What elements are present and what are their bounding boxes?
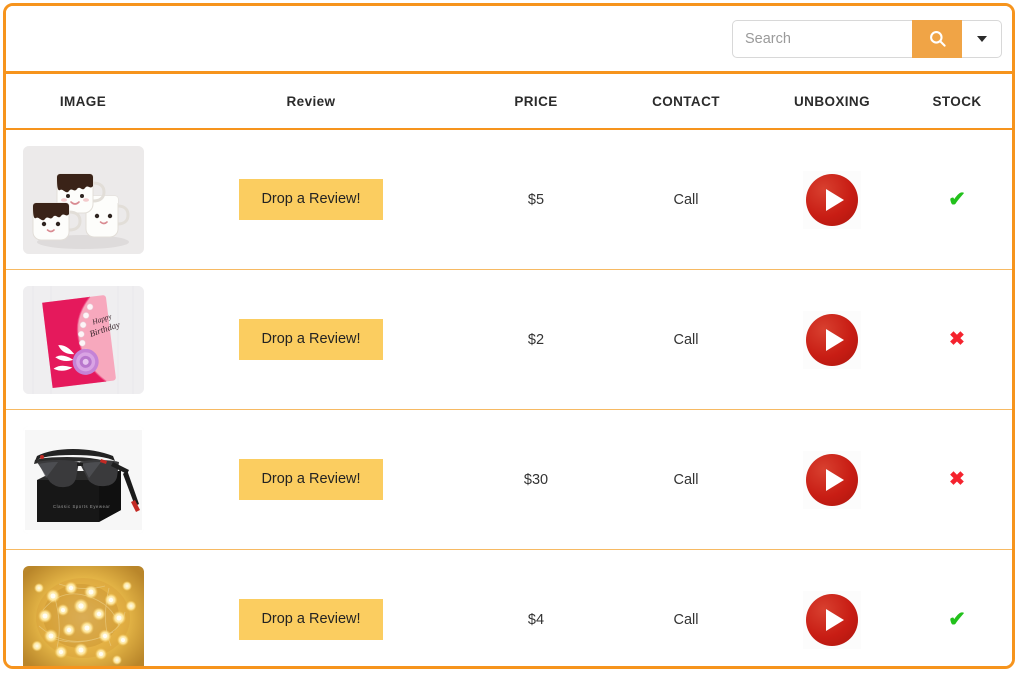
table-header-row: IMAGE Review PRICE CONTACT UNBOXING STOC… (6, 74, 1012, 130)
toolbar (6, 6, 1012, 74)
table-row: Drop a Review! $4 Call ✔ (6, 550, 1012, 667)
cell-contact[interactable]: Call (610, 269, 762, 410)
cell-unboxing (762, 409, 902, 550)
cell-contact[interactable]: Call (610, 409, 762, 550)
search-options-dropdown-button[interactable] (962, 19, 1002, 58)
cell-price: $4 (527, 611, 545, 628)
product-image-mugs (22, 145, 144, 254)
column-header-stock[interactable]: STOCK (902, 74, 1012, 130)
product-image-birthday-card: Happy Birthday (22, 285, 144, 394)
column-header-image[interactable]: IMAGE (6, 74, 160, 130)
play-button-icon[interactable] (803, 450, 861, 509)
cross-icon: ✖ (949, 469, 965, 490)
cell-stock: ✖ (902, 269, 1012, 410)
search-button[interactable] (912, 19, 962, 58)
product-image-fairy-lights (22, 565, 144, 666)
column-header-contact[interactable]: CONTACT (610, 74, 762, 130)
svg-text:Classic Sports Eyewear: Classic Sports Eyewear (53, 504, 110, 509)
search-icon (928, 29, 947, 48)
product-table-window: IMAGE Review PRICE CONTACT UNBOXING STOC… (3, 3, 1015, 669)
cell-unboxing (762, 550, 902, 667)
column-header-unboxing[interactable]: UNBOXING (762, 74, 902, 130)
drop-a-review-button[interactable]: Drop a Review! (239, 179, 383, 220)
cell-stock: ✔ (902, 129, 1012, 270)
drop-a-review-button[interactable]: Drop a Review! (239, 319, 383, 360)
cell-review: Drop a Review! (160, 550, 462, 667)
cell-price: $2 (462, 269, 610, 410)
cell-stock: ✖ (902, 409, 1012, 550)
product-image-sunglasses: Classic Sports Eyewear (22, 425, 144, 534)
play-button-icon[interactable] (803, 590, 861, 649)
cell-review: Drop a Review! (160, 409, 462, 550)
product-table: IMAGE Review PRICE CONTACT UNBOXING STOC… (6, 74, 1012, 667)
cell-contact[interactable]: Call (610, 129, 762, 270)
cell-image: Happy Birthday (6, 269, 160, 410)
check-icon: ✔ (948, 608, 966, 631)
cell-price: $5 (462, 129, 610, 270)
cell-image (6, 129, 160, 270)
cell-image (6, 550, 160, 666)
cell-contact[interactable]: Call (610, 550, 762, 667)
cell-price: $30 (462, 409, 610, 550)
drop-a-review-button[interactable]: Drop a Review! (239, 459, 383, 500)
table-row: Happy Birthday Drop a Review! $2 Call ✖ (6, 269, 1012, 410)
search-input[interactable] (732, 19, 912, 58)
table-row: Classic Sports Eyewear Drop a Review! $3… (6, 409, 1012, 550)
check-icon: ✔ (948, 188, 966, 211)
cell-review: Drop a Review! (160, 129, 462, 270)
cell-stock: ✔ (902, 550, 1012, 667)
cell-unboxing (762, 269, 902, 410)
chevron-down-icon (976, 35, 987, 42)
column-header-review[interactable]: Review (160, 74, 462, 130)
table-row: Drop a Review! $5 Call ✔ (6, 129, 1012, 270)
table-body: Drop a Review! $5 Call ✔ Happy Birthday … (6, 129, 1012, 667)
cell-unboxing (762, 129, 902, 270)
drop-a-review-button[interactable]: Drop a Review! (239, 599, 383, 640)
cell-image: Classic Sports Eyewear (6, 409, 160, 550)
play-button-icon[interactable] (803, 310, 861, 369)
play-button-icon[interactable] (803, 170, 861, 229)
search-group (732, 19, 1002, 58)
cell-review: Drop a Review! (160, 269, 462, 410)
cross-icon: ✖ (949, 329, 965, 350)
product-table-container: IMAGE Review PRICE CONTACT UNBOXING STOC… (6, 74, 1012, 667)
table-header: IMAGE Review PRICE CONTACT UNBOXING STOC… (6, 74, 1012, 130)
column-header-price[interactable]: PRICE (462, 74, 610, 130)
